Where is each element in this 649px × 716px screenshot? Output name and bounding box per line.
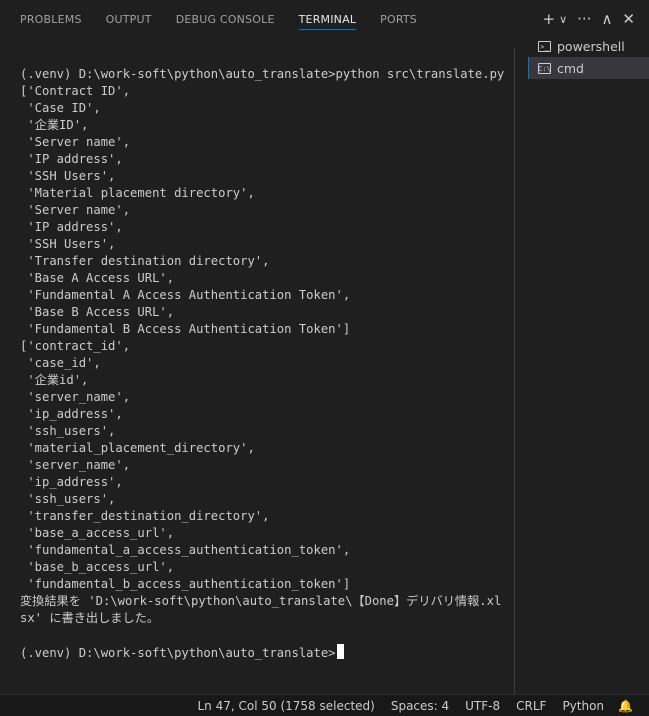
- terminal-line: 'SSH Users',: [20, 237, 116, 251]
- terminal-line: 'Base B Access URL',: [20, 305, 175, 319]
- sash-divider[interactable]: [514, 48, 515, 694]
- cursor-position[interactable]: Ln 47, Col 50 (1758 selected): [198, 699, 375, 713]
- terminal-line: 'fundamental_a_access_authentication_tok…: [20, 543, 351, 557]
- prompt-text: (.venv) D:\work-soft\python\auto_transla…: [20, 646, 336, 660]
- panel-actions: + ∨ ··· ∧ ✕: [542, 0, 635, 38]
- terminal-line: '企業id',: [20, 373, 89, 387]
- terminal-line: 'Case ID',: [20, 101, 101, 115]
- tab-output[interactable]: OUTPUT: [106, 0, 152, 38]
- terminal-output[interactable]: (.venv) D:\work-soft\python\auto_transla…: [20, 66, 510, 686]
- notifications-bell-icon[interactable]: 🔔: [618, 699, 633, 713]
- cmd-icon: C:\: [538, 62, 551, 74]
- terminal-line: 'Base A Access URL',: [20, 271, 175, 285]
- session-label: cmd: [557, 60, 584, 76]
- chevron-down-icon[interactable]: ∨: [559, 14, 567, 25]
- terminal-line: (.venv) D:\work-soft\python\auto_transla…: [20, 644, 510, 661]
- terminal-line: ['contract_id',: [20, 339, 131, 353]
- terminal-line: 'base_b_access_url',: [20, 560, 175, 574]
- terminal-line: 'ip_address',: [20, 407, 123, 421]
- terminal-line: '企業ID',: [20, 118, 89, 132]
- terminal-line: 'server_name',: [20, 390, 131, 404]
- terminal-line: 'ip_address',: [20, 475, 123, 489]
- terminal-line: 'transfer_destination_directory',: [20, 509, 270, 523]
- panel-tab-bar: PROBLEMS OUTPUT DEBUG CONSOLE TERMINAL P…: [0, 0, 649, 38]
- language-mode[interactable]: Python: [562, 699, 604, 713]
- terminal-line: 'ssh_users',: [20, 424, 116, 438]
- terminal-line: 'IP address',: [20, 220, 123, 234]
- close-panel-icon[interactable]: ✕: [622, 11, 635, 27]
- terminal-line: 'base_a_access_url',: [20, 526, 175, 540]
- tab-terminal[interactable]: TERMINAL: [298, 0, 357, 38]
- maximize-panel-icon[interactable]: ∧: [601, 11, 612, 27]
- terminal-line: 'material_placement_directory',: [20, 441, 255, 455]
- terminal-session-list: >_ powershell C:\ cmd: [528, 35, 649, 79]
- terminal-line: 'server_name',: [20, 458, 131, 472]
- session-powershell[interactable]: >_ powershell: [528, 35, 649, 57]
- tab-debug-console[interactable]: DEBUG CONSOLE: [176, 0, 275, 38]
- encoding-setting[interactable]: UTF-8: [465, 699, 500, 713]
- terminal-line: 'ssh_users',: [20, 492, 116, 506]
- terminal-cursor: [336, 644, 344, 659]
- terminal-line: 'Fundamental A Access Authentication Tok…: [20, 288, 351, 302]
- terminal-line: 'IP address',: [20, 152, 123, 166]
- terminal-line: ['Contract ID',: [20, 84, 131, 98]
- indentation-setting[interactable]: Spaces: 4: [391, 699, 449, 713]
- terminal-line: (.venv) D:\work-soft\python\auto_transla…: [20, 67, 505, 81]
- status-bar: Ln 47, Col 50 (1758 selected) Spaces: 4 …: [0, 694, 649, 716]
- session-label: powershell: [557, 38, 625, 54]
- terminal-line: 'case_id',: [20, 356, 101, 370]
- terminal-line: 変換結果を 'D:\work-soft\python\auto_translat…: [20, 594, 502, 608]
- terminal-line: 'Transfer destination directory',: [20, 254, 270, 268]
- terminal-line: 'SSH Users',: [20, 169, 116, 183]
- eol-setting[interactable]: CRLF: [516, 699, 546, 713]
- more-actions-icon[interactable]: ···: [577, 11, 591, 27]
- new-terminal-icon[interactable]: +: [542, 11, 555, 27]
- terminal-line: 'Fundamental B Access Authentication Tok…: [20, 322, 351, 336]
- tab-ports[interactable]: PORTS: [380, 0, 417, 38]
- terminal-line: sx' に書き出しました。: [20, 611, 160, 625]
- terminal-line: 'Server name',: [20, 203, 131, 217]
- session-cmd[interactable]: C:\ cmd: [528, 57, 649, 79]
- tab-problems[interactable]: PROBLEMS: [20, 0, 82, 38]
- terminal-line: 'Material placement directory',: [20, 186, 255, 200]
- powershell-icon: >_: [538, 40, 551, 52]
- terminal-line: 'fundamental_b_access_authentication_tok…: [20, 577, 351, 591]
- terminal-line: 'Server name',: [20, 135, 131, 149]
